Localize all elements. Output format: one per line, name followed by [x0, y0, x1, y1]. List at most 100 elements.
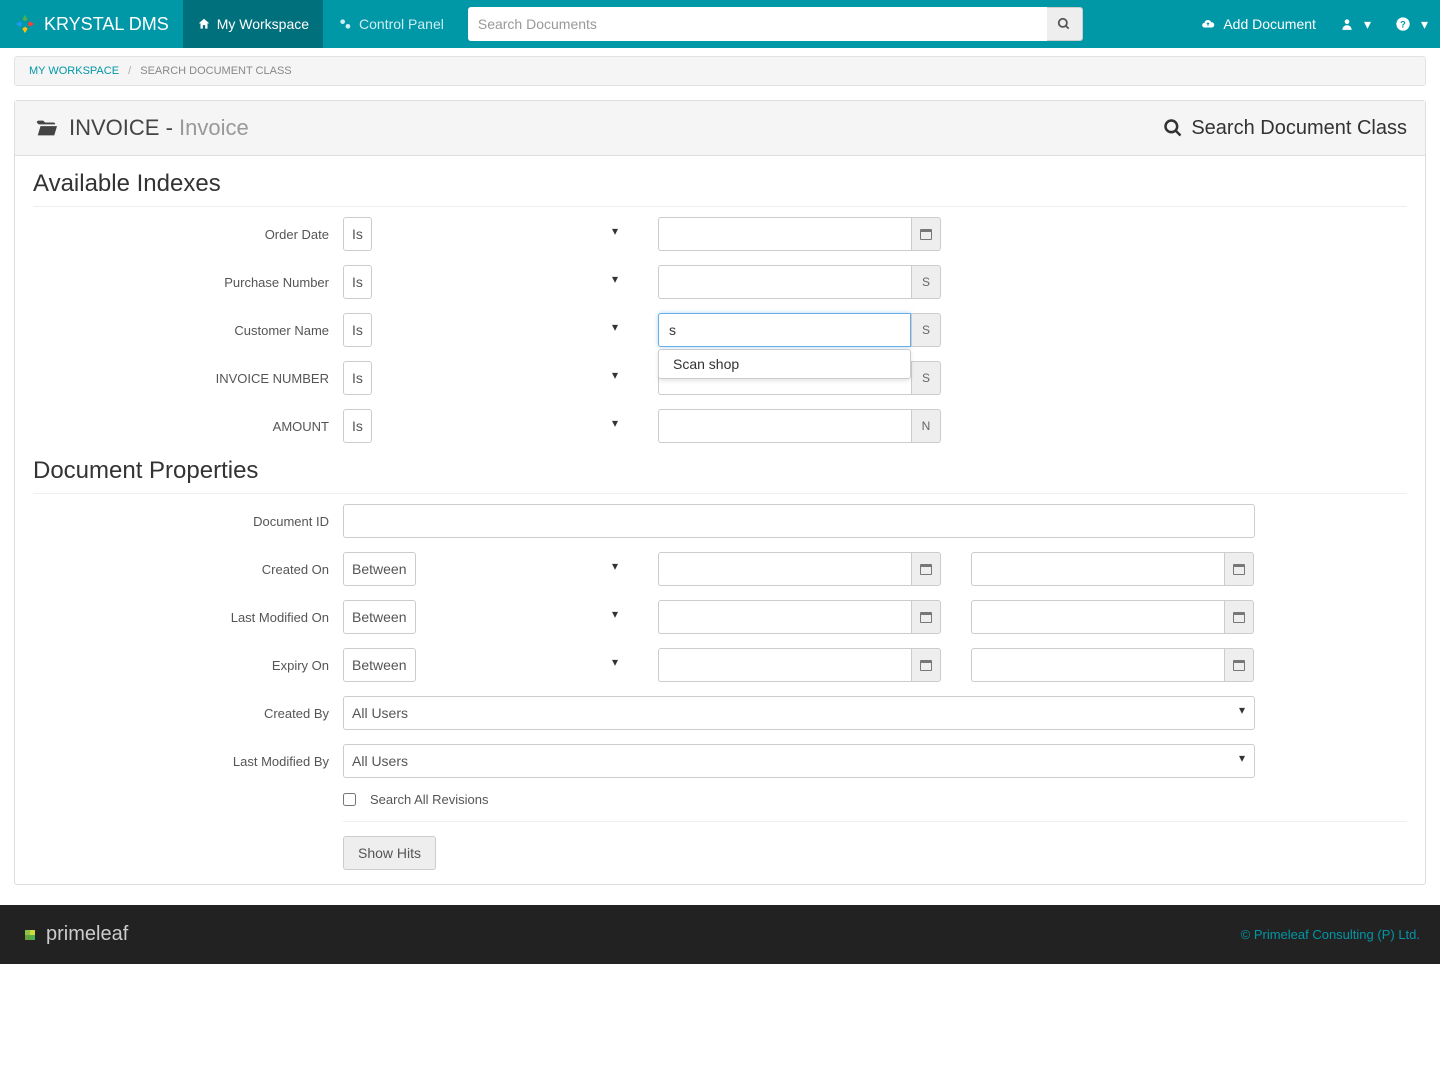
autocomplete-dropdown: Scan shop — [658, 349, 911, 379]
label-created-on: Created On — [33, 562, 343, 577]
label-created-by: Created By — [33, 706, 343, 721]
input-document-id[interactable] — [343, 504, 1255, 538]
label-order-date: Order Date — [33, 227, 343, 242]
breadcrumb: MY WORKSPACE / SEARCH DOCUMENT CLASS — [14, 56, 1426, 86]
calendar-icon — [920, 612, 932, 623]
footer: primeleaf © Primeleaf Consulting (P) Ltd… — [0, 905, 1440, 964]
caret-down-icon: ▾ — [1421, 16, 1428, 33]
label-last-modified-by: Last Modified By — [33, 754, 343, 769]
row-last-modified-by: Last Modified By All Users — [33, 744, 1407, 778]
document-properties-title: Document Properties — [33, 457, 1407, 494]
type-addon-s: S — [911, 361, 941, 395]
search-document-class-label: Search Document Class — [1191, 117, 1407, 140]
add-document-button[interactable]: Add Document — [1187, 0, 1328, 48]
available-indexes-title: Available Indexes — [33, 170, 1407, 207]
nav-control-panel[interactable]: Control Panel — [323, 0, 458, 48]
label-search-all-revisions: Search All Revisions — [370, 792, 489, 807]
home-icon — [197, 17, 211, 31]
panel-title: INVOICE - — [69, 115, 173, 141]
button-row: Show Hits — [343, 821, 1407, 870]
panel-body: Available Indexes Order Date Is Purchase… — [15, 156, 1425, 884]
checkbox-search-all-revisions[interactable] — [343, 793, 356, 806]
label-customer-name: Customer Name — [33, 323, 343, 338]
row-search-all-revisions: Search All Revisions — [343, 792, 1407, 807]
search-icon — [1057, 17, 1071, 31]
row-expiry-on: Expiry On Between — [33, 648, 1407, 682]
calendar-addon[interactable] — [911, 552, 941, 586]
input-purchase-number[interactable] — [658, 265, 911, 299]
global-search-button[interactable] — [1047, 7, 1083, 41]
row-document-id: Document ID — [33, 504, 1407, 538]
brand-text: KRYSTAL DMS — [44, 14, 169, 35]
calendar-addon[interactable] — [911, 217, 941, 251]
calendar-icon — [920, 660, 932, 671]
gears-icon — [337, 17, 353, 31]
input-created-on-from[interactable] — [658, 552, 911, 586]
logo-icon — [14, 13, 36, 35]
folder-open-icon — [33, 117, 59, 139]
footer-brand-text: primeleaf — [46, 923, 128, 946]
brand-logo[interactable]: KRYSTAL DMS — [0, 13, 183, 35]
op-last-modified-on[interactable]: Between — [343, 600, 416, 634]
calendar-icon — [920, 229, 932, 240]
op-customer-name[interactable]: Is — [343, 313, 372, 347]
input-expiry-on-from[interactable] — [658, 648, 911, 682]
label-invoice-number: INVOICE NUMBER — [33, 371, 343, 386]
panel-header: INVOICE - Invoice Search Document Class — [15, 101, 1425, 156]
nav-my-workspace[interactable]: My Workspace — [183, 0, 323, 48]
row-last-modified-on: Last Modified On Between — [33, 600, 1407, 634]
caret-down-icon: ▾ — [1364, 16, 1371, 33]
label-expiry-on: Expiry On — [33, 658, 343, 673]
input-customer-name[interactable] — [658, 313, 911, 347]
calendar-addon[interactable] — [1224, 648, 1254, 682]
top-navbar: KRYSTAL DMS My Workspace Control Panel A… — [0, 0, 1440, 48]
cloud-upload-icon — [1199, 17, 1217, 31]
input-last-modified-on-to[interactable] — [971, 600, 1224, 634]
footer-brand[interactable]: primeleaf — [20, 923, 128, 946]
search-document-class-link[interactable]: Search Document Class — [1163, 117, 1407, 140]
autocomplete-item[interactable]: Scan shop — [659, 350, 910, 378]
breadcrumb-current: SEARCH DOCUMENT CLASS — [140, 65, 291, 77]
calendar-icon — [1233, 564, 1245, 575]
show-hits-button[interactable]: Show Hits — [343, 836, 436, 870]
user-menu[interactable]: ▾ — [1328, 0, 1383, 48]
calendar-addon[interactable] — [911, 648, 941, 682]
calendar-icon — [920, 564, 932, 575]
label-last-modified-on: Last Modified On — [33, 610, 343, 625]
select-created-by[interactable]: All Users — [343, 696, 1255, 730]
op-invoice-number[interactable]: Is — [343, 361, 372, 395]
calendar-icon — [1233, 660, 1245, 671]
breadcrumb-root[interactable]: MY WORKSPACE — [29, 65, 119, 77]
help-menu[interactable]: ? ▾ — [1383, 0, 1440, 48]
row-order-date: Order Date Is — [33, 217, 1407, 251]
svg-text:?: ? — [1400, 19, 1406, 29]
row-created-on: Created On Between — [33, 552, 1407, 586]
select-last-modified-by[interactable]: All Users — [343, 744, 1255, 778]
calendar-addon[interactable] — [1224, 600, 1254, 634]
add-document-label: Add Document — [1223, 16, 1316, 32]
input-amount[interactable] — [658, 409, 911, 443]
op-order-date[interactable]: Is — [343, 217, 372, 251]
calendar-addon[interactable] — [1224, 552, 1254, 586]
input-expiry-on-to[interactable] — [971, 648, 1224, 682]
nav-workspace-label: My Workspace — [217, 16, 309, 32]
op-expiry-on[interactable]: Between — [343, 648, 416, 682]
input-last-modified-on-from[interactable] — [658, 600, 911, 634]
nav-control-panel-label: Control Panel — [359, 16, 444, 32]
row-amount: AMOUNT Is N — [33, 409, 1407, 443]
input-order-date[interactable] — [658, 217, 911, 251]
footer-copyright[interactable]: © Primeleaf Consulting (P) Ltd. — [1241, 927, 1420, 942]
row-purchase-number: Purchase Number Is S — [33, 265, 1407, 299]
breadcrumb-separator: / — [128, 65, 131, 77]
global-search-group — [468, 7, 1083, 41]
global-search-input[interactable] — [468, 7, 1047, 41]
op-created-on[interactable]: Between — [343, 552, 416, 586]
type-addon-s: S — [911, 265, 941, 299]
calendar-icon — [1233, 612, 1245, 623]
calendar-addon[interactable] — [911, 600, 941, 634]
search-panel: INVOICE - Invoice Search Document Class … — [14, 100, 1426, 885]
op-amount[interactable]: Is — [343, 409, 372, 443]
type-addon-s: S — [911, 313, 941, 347]
input-created-on-to[interactable] — [971, 552, 1224, 586]
op-purchase-number[interactable]: Is — [343, 265, 372, 299]
